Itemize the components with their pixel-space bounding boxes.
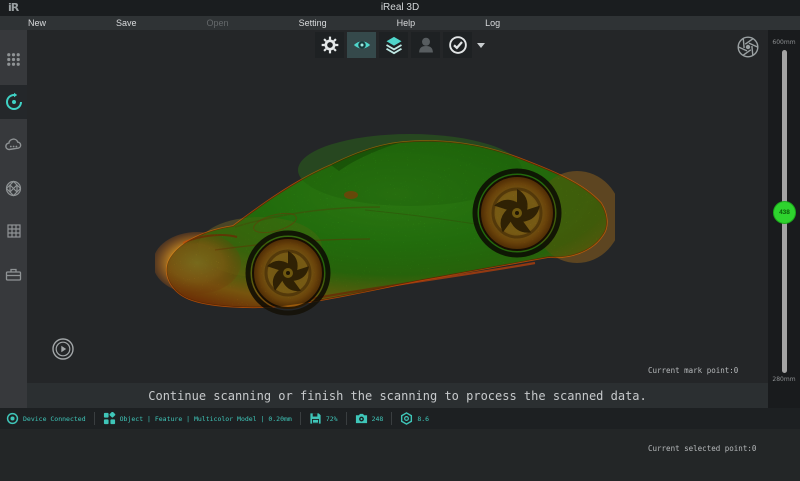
check-circle-icon <box>448 35 468 55</box>
window-title: iReal 3D <box>0 2 800 13</box>
layers-icon <box>384 35 404 55</box>
menu-bar: New Save Open Setting Help Log <box>0 16 800 30</box>
status-divider <box>346 412 347 425</box>
toolbox-icon <box>4 265 23 284</box>
visibility-button[interactable] <box>347 32 376 58</box>
device-connected-icon <box>6 412 19 425</box>
status-bar: Device Connected Object | Feature | Mult… <box>0 408 800 429</box>
menu-setting[interactable]: Setting <box>299 18 327 28</box>
hint-message: Continue scanning or finish the scanning… <box>148 389 647 403</box>
status-divider <box>94 412 95 425</box>
menu-save[interactable]: Save <box>116 18 137 28</box>
device-status: Device Connected <box>6 412 86 425</box>
avatar-mode-button[interactable] <box>411 32 440 58</box>
layers-button[interactable] <box>379 32 408 58</box>
distance-max-label: 600mm <box>768 39 800 46</box>
confirm-button[interactable] <box>443 32 472 58</box>
point-cloud-icon <box>4 136 23 155</box>
stat-mark-points: Current mark point:0 <box>648 364 756 377</box>
save-memory-icon <box>309 412 322 425</box>
settings-button[interactable] <box>315 32 344 58</box>
gear-icon <box>320 35 340 55</box>
distance-slider-handle[interactable]: 438 <box>773 201 796 224</box>
sidebar-item-grid[interactable] <box>0 214 27 248</box>
fps-text: 8.6 <box>417 415 429 423</box>
title-bar: iR iReal 3D <box>0 0 800 16</box>
aperture-button[interactable] <box>736 35 760 59</box>
menu-log[interactable]: Log <box>485 18 500 28</box>
device-status-text: Device Connected <box>23 415 86 423</box>
resume-scan-button[interactable] <box>51 337 75 361</box>
sidebar-item-point-cloud[interactable] <box>0 128 27 162</box>
scan-mode-text: Object | Feature | Multicolor Model | 0.… <box>120 415 292 423</box>
menu-help[interactable]: Help <box>397 18 416 28</box>
menu-new[interactable]: New <box>28 18 46 28</box>
distance-slider-panel: 600mm 438 280mm <box>768 30 800 408</box>
play-icon <box>51 337 75 361</box>
memory-usage-text: 72% <box>326 415 338 423</box>
fps-status: 8.6 <box>400 412 429 425</box>
memory-status: 72% <box>309 412 338 425</box>
distance-min-label: 280mm <box>768 376 800 383</box>
nut-fps-icon <box>400 412 413 425</box>
view-toolbar <box>315 32 485 58</box>
apps-grid-icon <box>5 51 22 68</box>
eye-icon <box>352 35 372 55</box>
menu-open: Open <box>207 18 229 28</box>
confirm-dropdown-caret[interactable] <box>477 43 485 48</box>
left-sidebar <box>0 30 27 408</box>
sidebar-item-apps[interactable] <box>0 42 27 76</box>
stat-selected-points: Current selected point:0 <box>648 442 756 455</box>
sidebar-item-toolbox[interactable] <box>0 257 27 291</box>
sidebar-item-mesh[interactable] <box>0 171 27 205</box>
frame-status: 248 <box>355 412 384 425</box>
avatar-head-icon <box>416 35 436 55</box>
aperture-icon <box>736 35 760 59</box>
status-divider <box>300 412 301 425</box>
sidebar-item-scan[interactable] <box>0 85 27 119</box>
grid-mesh-icon <box>5 222 23 240</box>
scan-mode-status: Object | Feature | Multicolor Model | 0.… <box>103 412 292 425</box>
scan-viewport[interactable]: Current mark point:0 Current point:17613… <box>27 30 768 383</box>
hint-message-bar: Continue scanning or finish the scanning… <box>27 383 768 408</box>
scan-icon <box>4 92 24 112</box>
scan-mode-icon <box>103 412 116 425</box>
mesh-sphere-icon <box>4 179 23 198</box>
camera-icon <box>355 412 368 425</box>
scanned-car-model <box>155 115 615 325</box>
status-divider <box>391 412 392 425</box>
frame-count-text: 248 <box>372 415 384 423</box>
